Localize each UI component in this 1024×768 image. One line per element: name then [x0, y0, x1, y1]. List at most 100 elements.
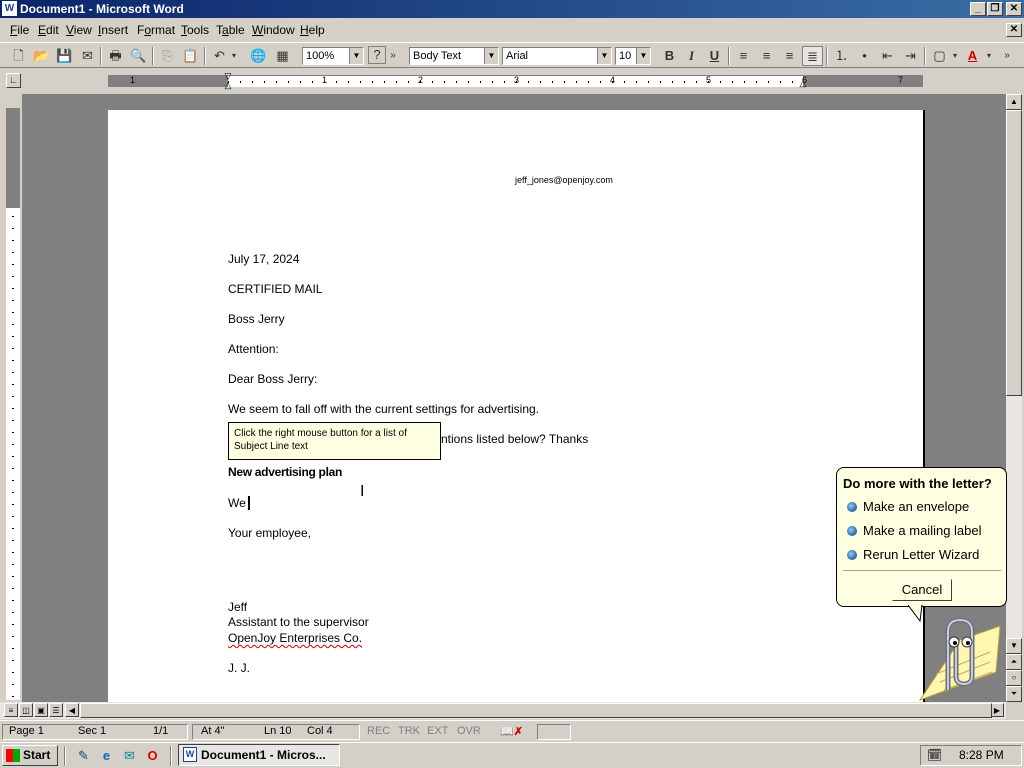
- attention-line[interactable]: Attention:: [228, 342, 279, 356]
- scroll-right-icon[interactable]: ▶: [990, 703, 1004, 717]
- menu-table[interactable]: Table: [216, 23, 245, 37]
- salutation-line[interactable]: Dear Boss Jerry:: [228, 372, 317, 386]
- open-folder-icon[interactable]: 📂: [31, 46, 52, 66]
- outline-view-icon[interactable]: ☰: [49, 703, 63, 717]
- undo-dropdown-icon[interactable]: ▾: [228, 46, 240, 66]
- font-size-combo[interactable]: 10 ▼: [615, 47, 651, 65]
- increase-indent-icon[interactable]: ⇥: [900, 46, 921, 66]
- menu-format[interactable]: Format: [137, 23, 175, 37]
- scroll-down-icon[interactable]: ▼: [1006, 638, 1022, 654]
- help-icon[interactable]: ?: [368, 46, 386, 64]
- justify-icon[interactable]: ≣: [802, 46, 823, 66]
- style-combo[interactable]: Body Text ▼: [409, 47, 499, 65]
- horizontal-scroll-thumb[interactable]: [80, 703, 992, 718]
- print-icon[interactable]: 🖶: [105, 46, 126, 66]
- print-preview-icon[interactable]: 🔍: [128, 46, 149, 66]
- previous-page-icon[interactable]: ⏶: [1006, 654, 1022, 670]
- scroll-up-icon[interactable]: ▲: [1006, 94, 1022, 110]
- menu-insert[interactable]: Insert: [98, 23, 128, 37]
- numbering-icon[interactable]: ⒈: [831, 46, 852, 66]
- status-ovr[interactable]: OVR: [457, 725, 481, 737]
- font-color-dropdown-icon[interactable]: ▾: [984, 46, 994, 66]
- outlook-express-icon[interactable]: ✉: [119, 746, 140, 766]
- restore-button[interactable]: ❐: [987, 2, 1003, 16]
- menu-file[interactable]: File: [10, 23, 29, 37]
- undo-icon[interactable]: ↶: [209, 46, 230, 66]
- rerun-letter-wizard-option[interactable]: Rerun Letter Wizard: [863, 547, 979, 562]
- subject-line[interactable]: New advertising plan: [228, 465, 342, 479]
- web-layout-view-icon[interactable]: ◫: [19, 703, 33, 717]
- scheduler-tray-icon[interactable]: 🗓: [927, 746, 942, 765]
- new-doc-icon[interactable]: 🗋: [8, 46, 29, 66]
- body-text-line[interactable]: We: [228, 496, 254, 510]
- status-trk[interactable]: TRK: [398, 725, 420, 737]
- body-line-1[interactable]: We seem to fall off with the current set…: [228, 402, 539, 416]
- signature-company[interactable]: OpenJoy Enterprises Co.: [228, 631, 362, 645]
- right-indent-marker-icon[interactable]: △: [798, 78, 808, 88]
- align-right-icon[interactable]: ≡: [779, 46, 800, 66]
- italic-icon[interactable]: I: [681, 46, 702, 66]
- option-bullet-icon[interactable]: [847, 502, 857, 512]
- chevron-down-icon[interactable]: ▼: [349, 48, 363, 64]
- web-toolbar-icon[interactable]: 🌐: [248, 46, 269, 66]
- menu-tools[interactable]: Tools: [181, 23, 209, 37]
- print-layout-view-icon[interactable]: ▣: [34, 703, 48, 717]
- save-icon[interactable]: 💾: [54, 46, 75, 66]
- close-button[interactable]: ✕: [1006, 2, 1022, 16]
- next-page-icon[interactable]: ⏷: [1006, 686, 1022, 702]
- select-browse-object-icon[interactable]: ○: [1006, 670, 1022, 686]
- opera-icon[interactable]: O: [142, 746, 163, 766]
- cancel-button[interactable]: Cancel: [892, 579, 952, 601]
- toolbar-more-icon[interactable]: »: [1000, 46, 1014, 66]
- date-line[interactable]: July 17, 2024: [228, 252, 299, 266]
- tab-selector-icon[interactable]: ∟: [6, 73, 21, 88]
- bullets-icon[interactable]: •: [854, 46, 875, 66]
- toolbar-more-icon[interactable]: »: [388, 46, 398, 66]
- chevron-down-icon[interactable]: ▼: [484, 48, 498, 64]
- chevron-down-icon[interactable]: ▼: [636, 48, 650, 64]
- chevron-down-icon[interactable]: ▼: [597, 48, 611, 64]
- email-icon[interactable]: ✉: [77, 46, 98, 66]
- certified-mail-line[interactable]: CERTIFIED MAIL: [228, 282, 322, 296]
- minimize-button[interactable]: _: [970, 2, 986, 16]
- internet-explorer-icon[interactable]: e: [96, 746, 117, 766]
- show-desktop-icon[interactable]: ✎: [73, 746, 94, 766]
- make-mailing-label-option[interactable]: Make a mailing label: [863, 523, 982, 538]
- underline-icon[interactable]: U: [704, 46, 725, 66]
- font-color-icon[interactable]: A: [962, 46, 983, 66]
- menu-help[interactable]: Help: [300, 23, 325, 37]
- option-bullet-icon[interactable]: [847, 550, 857, 560]
- align-left-icon[interactable]: ≡: [733, 46, 754, 66]
- scroll-left-icon[interactable]: ◀: [65, 703, 79, 717]
- menu-edit[interactable]: Edit: [38, 23, 59, 37]
- status-ext[interactable]: EXT: [427, 725, 448, 737]
- doc-close-button[interactable]: ✕: [1006, 23, 1022, 37]
- make-envelope-option[interactable]: Make an envelope: [863, 499, 969, 514]
- signature-name[interactable]: Jeff: [228, 600, 247, 614]
- office-assistant-clippy-icon[interactable]: [900, 612, 1004, 702]
- closing-line[interactable]: Your employee,: [228, 526, 311, 540]
- normal-view-icon[interactable]: ≡: [4, 703, 18, 717]
- font-combo[interactable]: Arial ▼: [502, 47, 612, 65]
- borders-dropdown-icon[interactable]: ▾: [950, 46, 960, 66]
- body-line-2[interactable]: ntions listed below? Thanks: [441, 432, 588, 446]
- table-icon[interactable]: ▦: [272, 46, 293, 66]
- spelling-status-icon[interactable]: 📖✗: [500, 725, 523, 738]
- borders-icon[interactable]: ▢: [929, 46, 950, 66]
- decrease-indent-icon[interactable]: ⇤: [877, 46, 898, 66]
- bold-icon[interactable]: B: [659, 46, 680, 66]
- copy-icon[interactable]: ⎘: [157, 46, 178, 66]
- menu-view[interactable]: View: [66, 23, 92, 37]
- clock[interactable]: 8:28 PM: [959, 746, 1004, 765]
- align-center-icon[interactable]: ≡: [756, 46, 777, 66]
- recipient-line[interactable]: Boss Jerry: [228, 312, 285, 326]
- taskbar-word-document[interactable]: W Document1 - Micros...: [178, 744, 340, 766]
- start-button[interactable]: Start: [2, 745, 58, 766]
- menu-window[interactable]: Window: [252, 23, 295, 37]
- header-email[interactable]: jeff_jones@openjoy.com: [515, 175, 613, 185]
- signature-title[interactable]: Assistant to the supervisor: [228, 615, 369, 629]
- vertical-scroll-thumb[interactable]: [1006, 110, 1022, 396]
- initials-line[interactable]: J. J.: [228, 661, 250, 675]
- paste-icon[interactable]: 📋: [180, 46, 201, 66]
- zoom-combo[interactable]: 100% ▼: [302, 47, 364, 65]
